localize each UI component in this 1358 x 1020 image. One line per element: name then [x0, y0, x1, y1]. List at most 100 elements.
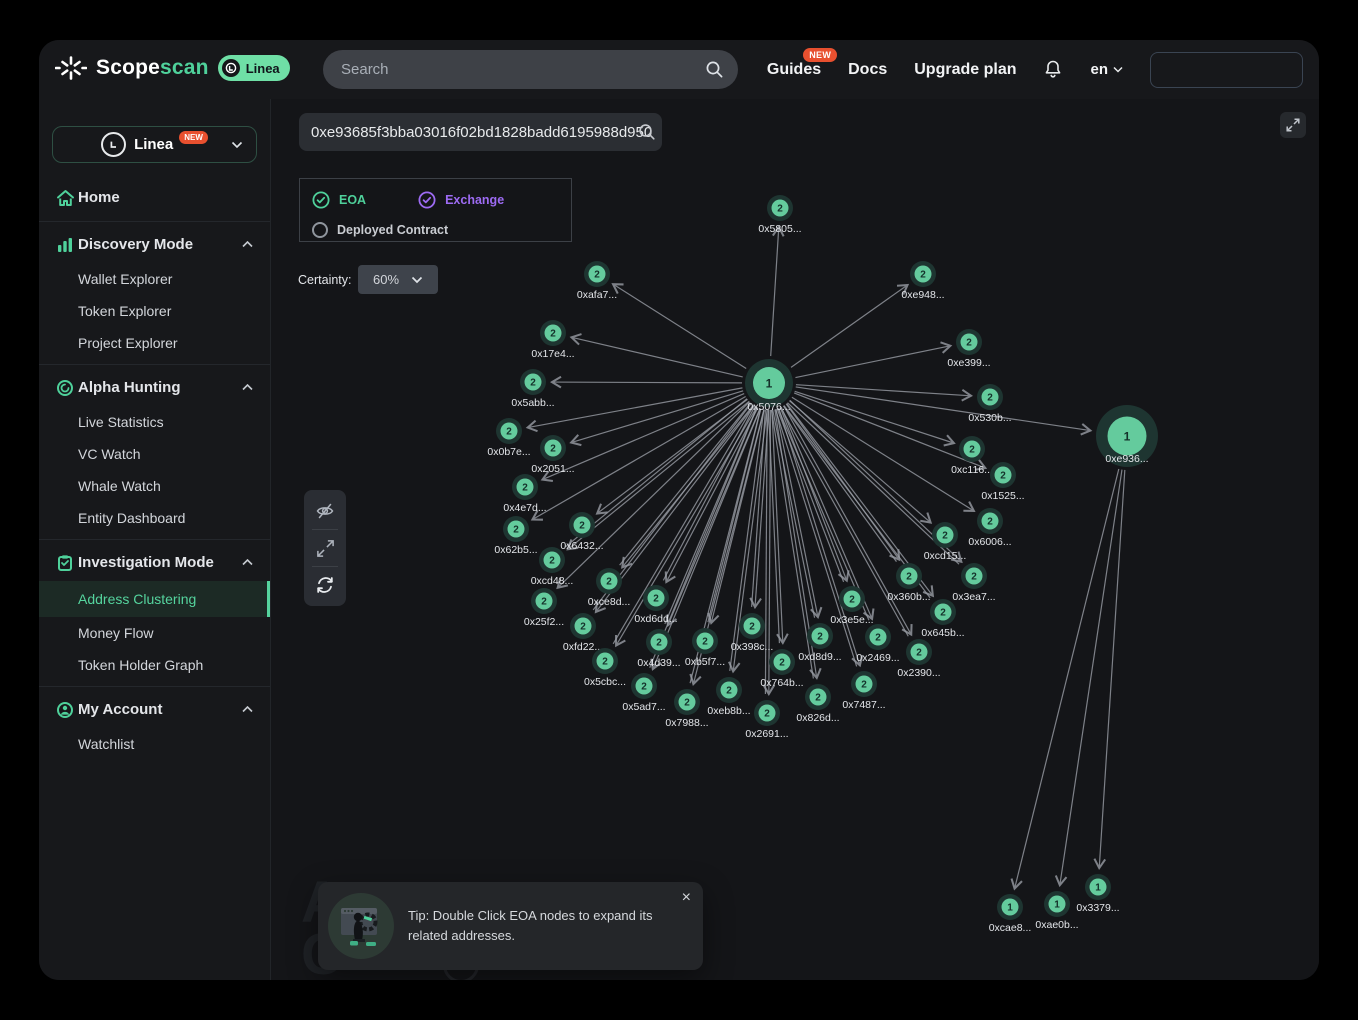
sidebar-item-whale-watch[interactable]: Whale Watch: [39, 470, 270, 502]
legend-deployed-contract[interactable]: Deployed Contract: [312, 222, 448, 238]
nav-guides[interactable]: Guides NEW: [767, 61, 821, 79]
graph-node[interactable]: 20xe948...: [901, 261, 944, 301]
graph-node[interactable]: 20x3ea7...: [952, 563, 995, 603]
sidebar-item-entity-dashboard[interactable]: Entity Dashboard: [39, 502, 270, 534]
graph-node[interactable]: 20x25f2...: [524, 588, 564, 628]
graph-node[interactable]: 20x2469...: [856, 624, 899, 664]
sidebar-section-investigation-mode[interactable]: Investigation Mode: [39, 544, 270, 581]
certainty-label: Certainty:: [298, 273, 352, 287]
sidebar-item-money-flow[interactable]: Money Flow: [39, 617, 270, 649]
graph-node[interactable]: 10xae0b...: [1035, 891, 1078, 931]
graph-node[interactable]: 20x17e4...: [531, 320, 574, 360]
notifications-bell-icon[interactable]: [1043, 59, 1063, 80]
graph-node[interactable]: 20xd6dd...: [634, 585, 677, 625]
scopescan-logo-icon: [55, 55, 87, 81]
graph-node[interactable]: 20x5abb...: [511, 369, 554, 409]
graph-node[interactable]: 20xcd15...: [924, 522, 967, 562]
svg-text:2: 2: [916, 648, 922, 659]
graph-node[interactable]: 20xeb8b...: [707, 677, 750, 717]
graph-node[interactable]: 20x360b...: [887, 563, 930, 603]
address-input[interactable]: [299, 124, 660, 141]
nav-docs[interactable]: Docs: [848, 61, 887, 79]
graph-node[interactable]: 20xfd22...: [563, 613, 603, 653]
graph-node[interactable]: 20x826d...: [796, 684, 839, 724]
graph-node[interactable]: 20xc116...: [951, 436, 993, 476]
brand[interactable]: Scopescan Linea: [55, 55, 290, 81]
graph-nodes: 10x5076... 10xe936... 20x5805... 20xafa7...…: [487, 195, 1158, 934]
chevron-up-icon: [242, 559, 253, 566]
graph-node-label: 0x5abb...: [511, 397, 554, 409]
graph-node-label: 0x3e5e...: [830, 614, 873, 626]
svg-text:2: 2: [549, 556, 555, 567]
graph-node-label: 0xcd15...: [924, 550, 967, 562]
graph-node[interactable]: 20x7988...: [665, 689, 708, 729]
sidebar-item-home[interactable]: Home: [39, 179, 270, 216]
expand-graph-button[interactable]: [304, 530, 346, 566]
legend-eoa[interactable]: EOA: [312, 191, 366, 209]
graph-node[interactable]: 20x764b...: [760, 649, 803, 689]
chevron-down-icon: [411, 276, 423, 284]
graph-node[interactable]: 20xe399...: [947, 329, 990, 369]
sidebar-item-wallet-explorer[interactable]: Wallet Explorer: [39, 263, 270, 295]
close-icon[interactable]: ×: [682, 890, 691, 906]
graph-node[interactable]: 10x3379...: [1076, 874, 1119, 914]
sidebar-item-label: Home: [78, 189, 120, 206]
graph-node[interactable]: 20x2390...: [897, 639, 940, 679]
search-icon[interactable]: [705, 60, 724, 79]
graph-node[interactable]: 20x4e7d...: [503, 474, 546, 514]
graph-node[interactable]: 20x0b7e...: [487, 418, 530, 458]
refresh-button[interactable]: [304, 567, 346, 603]
graph-node-label: 0x764b...: [760, 677, 803, 689]
graph-node[interactable]: 20xd8d9...: [798, 623, 841, 663]
graph-node[interactable]: 1 0xcae8...: [989, 894, 1032, 934]
graph-node[interactable]: 20x6006...: [968, 508, 1011, 548]
sidebar-item-token-holder-graph[interactable]: Token Holder Graph: [39, 649, 270, 681]
graph-node[interactable]: 20x530b...: [968, 384, 1011, 424]
graph-node-label: 0xcae8...: [989, 922, 1032, 934]
linea-logo-icon: [101, 132, 126, 157]
header-action-box[interactable]: [1150, 52, 1303, 88]
graph-node[interactable]: 20x62b5...: [494, 516, 537, 556]
svg-text:2: 2: [849, 595, 855, 606]
graph-node[interactable]: 20xafa7...: [577, 261, 617, 301]
search-icon[interactable]: [638, 123, 656, 141]
graph-node[interactable]: 10xe936...: [1096, 405, 1158, 467]
sidebar-section-discovery-mode[interactable]: Discovery Mode: [39, 226, 270, 263]
network-selector[interactable]: Linea NEW: [52, 126, 257, 163]
header-nav: Guides NEW Docs Upgrade plan en: [767, 40, 1303, 99]
graph-node-label: 0x398c...: [731, 641, 774, 653]
sidebar-item-project-explorer[interactable]: Project Explorer: [39, 327, 270, 359]
search-input[interactable]: [323, 61, 705, 78]
language-selector[interactable]: en: [1090, 61, 1123, 78]
graph-node[interactable]: 20x5805...: [758, 195, 801, 235]
hide-labels-button[interactable]: [304, 493, 346, 529]
graph-node[interactable]: 20x2051...: [531, 435, 574, 475]
graph-node[interactable]: 20x7487...: [842, 671, 885, 711]
svg-text:1: 1: [1007, 903, 1013, 914]
graph-node[interactable]: 20x6432...: [560, 512, 603, 552]
network-badge[interactable]: Linea: [218, 55, 290, 81]
global-search: [323, 50, 738, 89]
svg-text:2: 2: [702, 637, 708, 648]
graph-node[interactable]: 20xce8d...: [588, 568, 631, 608]
sidebar-item-live-statistics[interactable]: Live Statistics: [39, 406, 270, 438]
svg-text:2: 2: [656, 638, 662, 649]
legend-exchange[interactable]: Exchange: [418, 191, 504, 209]
sidebar-item-vc-watch[interactable]: VC Watch: [39, 438, 270, 470]
graph-node[interactable]: 10x5076...: [745, 359, 793, 413]
graph-node[interactable]: 20x5cbc...: [584, 648, 626, 688]
sidebar-item-address-clustering[interactable]: Address Clustering: [39, 581, 270, 617]
graph-node[interactable]: 20x2691...: [745, 700, 788, 740]
graph-node[interactable]: 20xb5f7...: [685, 628, 725, 668]
clipboard-icon: [56, 554, 74, 572]
sidebar-item-token-explorer[interactable]: Token Explorer: [39, 295, 270, 327]
fullscreen-button[interactable]: [1280, 112, 1306, 138]
graph-node[interactable]: 20x645b...: [921, 599, 964, 639]
graph-node[interactable]: 20x5ad7...: [622, 673, 665, 713]
sidebar-section-alpha-hunting[interactable]: Alpha Hunting: [39, 369, 270, 406]
sidebar-section-my-account[interactable]: My Account: [39, 691, 270, 728]
sidebar-item-watchlist[interactable]: Watchlist: [39, 728, 270, 760]
nav-upgrade-plan[interactable]: Upgrade plan: [914, 61, 1016, 79]
certainty-dropdown[interactable]: 60%: [358, 265, 438, 294]
graph-node[interactable]: 20x4d39...: [637, 629, 680, 669]
